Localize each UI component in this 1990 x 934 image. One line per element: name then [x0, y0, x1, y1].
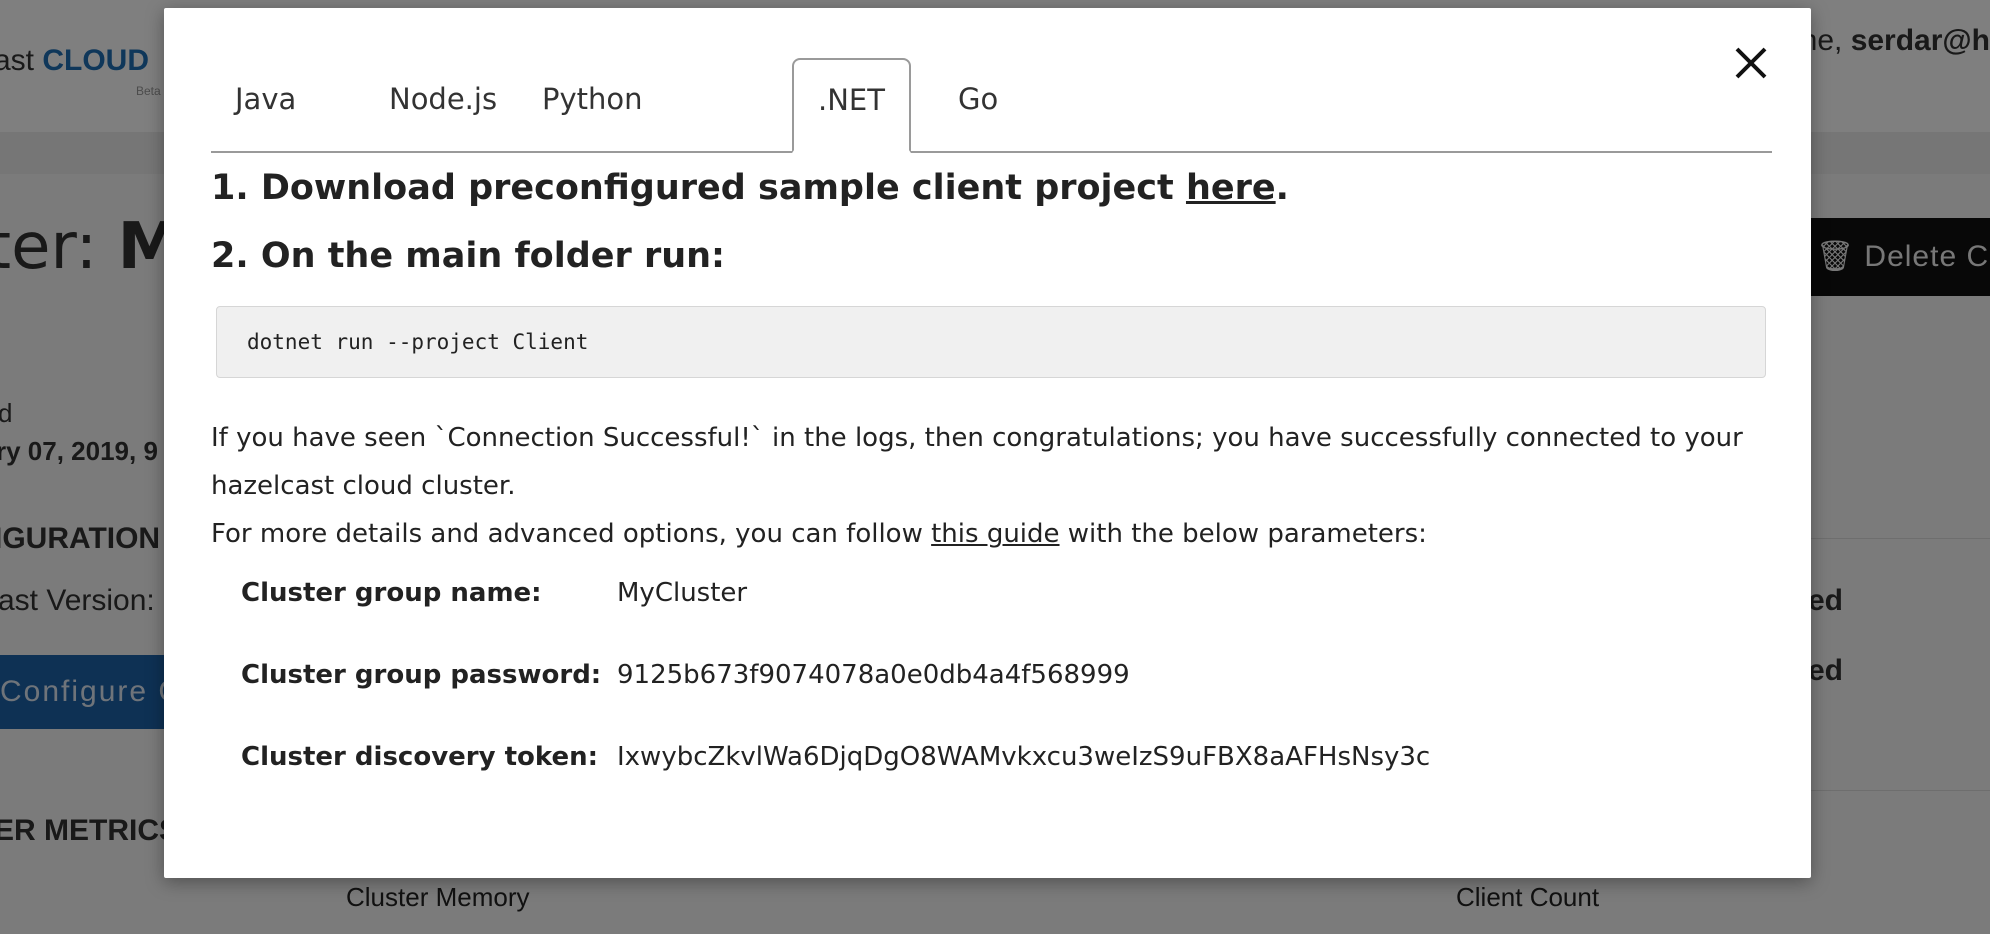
step-run: 2. On the main folder run: — [211, 236, 726, 276]
command-code-block[interactable]: dotnet run --project Client — [216, 306, 1766, 378]
guide-message: For more details and advanced options, y… — [211, 519, 1427, 549]
guide-link[interactable]: this guide — [931, 519, 1059, 549]
param-group-password-label: Cluster group password: — [241, 660, 602, 690]
param-group-name-value: MyCluster — [617, 578, 748, 608]
download-here-link[interactable]: here — [1186, 168, 1276, 208]
tab-java[interactable]: Java — [211, 66, 320, 132]
param-discovery-token-label: Cluster discovery token: — [241, 742, 599, 772]
connect-client-modal: Java Node.js Python .NET Go 1. Download … — [164, 8, 1811, 878]
param-group-password-value: 9125b673f9074078a0e0db4a4f568999 — [617, 660, 1130, 690]
tab-nodejs[interactable]: Node.js — [365, 66, 521, 132]
tab-python[interactable]: Python — [518, 66, 667, 132]
language-tabs: Java Node.js Python .NET Go — [211, 58, 1772, 153]
param-discovery-token-value: IxwybcZkvlWa6DjqDgO8WAMvkxcu3weIzS9uFBX8… — [617, 742, 1431, 772]
success-message: If you have seen `Connection Successful!… — [211, 423, 1743, 501]
tab-dotnet[interactable]: .NET — [792, 58, 911, 153]
tab-go[interactable]: Go — [934, 66, 1022, 132]
param-group-name-label: Cluster group name: — [241, 578, 542, 608]
step-download: 1. Download preconfigured sample client … — [211, 168, 1289, 208]
